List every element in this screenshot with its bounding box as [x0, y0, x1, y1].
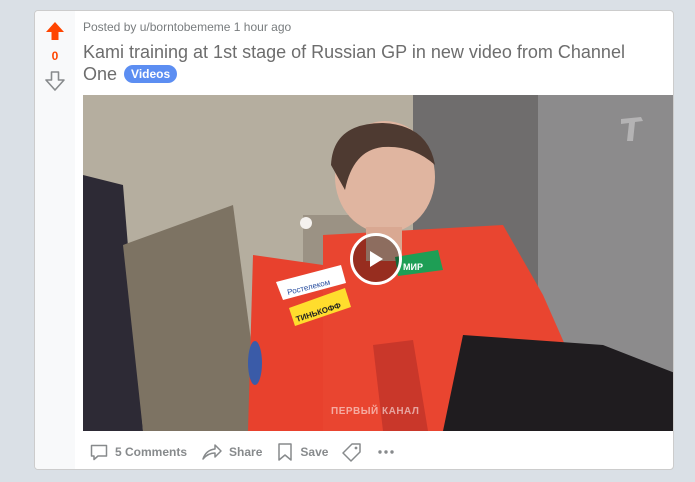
vote-column: 0 [35, 11, 75, 469]
post-content: Posted by u/borntobememe 1 hour ago Kami… [83, 11, 673, 469]
jacket-sponsor-3: МИР [403, 262, 423, 272]
save-label: Save [300, 445, 329, 459]
save-button[interactable]: Save [270, 437, 334, 467]
video-watermark: ПЕРВЫЙ КАНАЛ [331, 406, 420, 417]
tag-button[interactable] [336, 437, 368, 467]
post-actions: 5 Comments Share Save [83, 437, 404, 467]
meta-prefix: Posted by [83, 20, 137, 34]
upvote-button[interactable] [43, 19, 67, 43]
comments-button[interactable]: 5 Comments [83, 437, 193, 467]
post-flair[interactable]: Videos [124, 65, 178, 83]
save-icon [278, 443, 293, 461]
more-icon [378, 450, 395, 454]
downvote-button[interactable] [43, 69, 67, 93]
play-button[interactable] [350, 233, 402, 285]
comment-icon [90, 444, 108, 461]
share-icon [202, 444, 222, 460]
comments-label: 5 Comments [115, 445, 188, 459]
post-time: 1 hour ago [233, 20, 292, 34]
post-card: 0 Posted by u/borntobememe 1 hour ago Ka… [34, 10, 674, 470]
username-link[interactable]: u/borntobememe [140, 20, 231, 34]
post-meta: Posted by u/borntobememe 1 hour ago [83, 20, 291, 34]
downvote-arrow-icon [45, 71, 65, 91]
video-player[interactable]: Ростелеком ТИНЬКОФФ МИР ПЕРВЫЙ КАНАЛ [83, 95, 673, 431]
more-options-button[interactable] [370, 437, 402, 467]
tag-icon [342, 443, 362, 462]
vote-score: 0 [51, 49, 59, 63]
channel-one-logo [621, 117, 643, 141]
share-button[interactable]: Share [195, 437, 268, 467]
play-icon [370, 251, 383, 267]
share-label: Share [229, 445, 263, 459]
post-title[interactable]: Kami training at 1st stage of Russian GP… [83, 41, 663, 85]
upvote-arrow-icon [46, 22, 64, 40]
